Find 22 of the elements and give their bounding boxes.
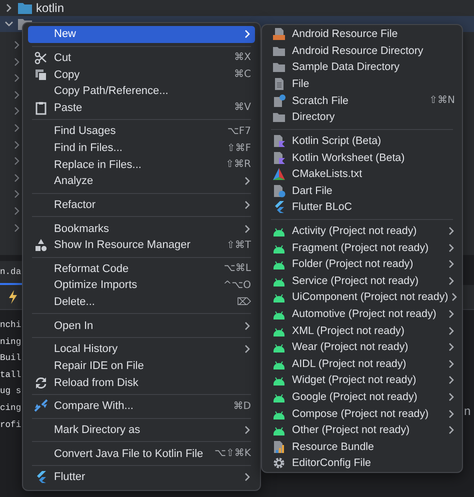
shortcut: ⌘D [233,400,251,412]
terminal-line: ug s [0,385,22,398]
shortcut: ⌘V [234,102,251,114]
shortcut: ⌥F7 [227,126,251,137]
terminal-line: cing [0,402,22,415]
shortcut: ⇧⌘N [429,95,455,106]
terminal-line: Buil [0,352,22,366]
shortcut: ⇧⌘F [226,142,251,154]
shortcut: ^⌥O [223,280,251,291]
shortcut: ⇧⌘R [226,159,251,170]
terminal-line: ning [0,336,22,349]
terminal-line: rofi [0,418,22,432]
shortcut: ⌥⌘L [224,263,251,274]
terminal-line: nchi [0,319,22,332]
shortcut: ⌥⇧⌘K [214,448,251,460]
shortcut: ⌦ [236,296,251,308]
tree-label: kotlin [36,1,64,15]
text-fragment: n [464,404,471,418]
shortcut: ⌘X [234,52,251,64]
shortcut: ⌘C [234,69,251,80]
terminal-line: tall [0,368,22,382]
shortcut: ⇧⌘T [226,240,251,251]
